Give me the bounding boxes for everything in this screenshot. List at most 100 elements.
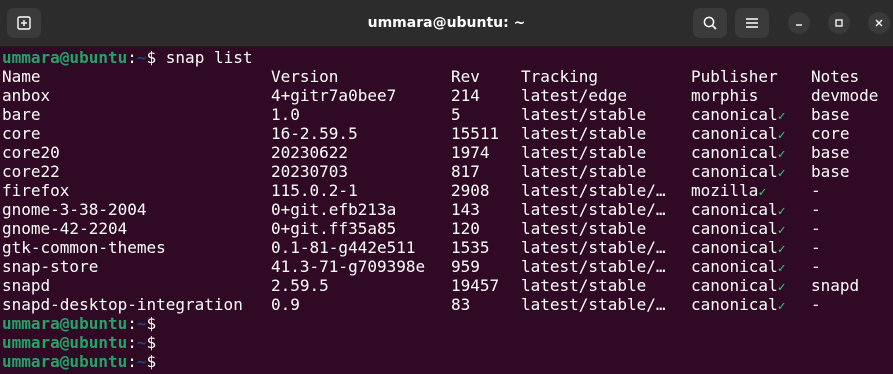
table-row: snap-store 41.3-71-g709398e 959 latest/stab… [2,257,893,276]
cell-version: 115.0.2-1 [271,181,358,200]
table-row: gnome-3-38-2004 0+git.efb213a 143 latest/st… [2,200,893,219]
cell-name: gnome-3-38-2004 [2,200,147,219]
prompt-separator: : [127,333,137,352]
prompt-line: ummara@ubuntu:~$ [2,333,893,352]
close-button[interactable] [868,12,890,34]
minimize-icon [796,24,802,26]
prompt-path: ~ [136,333,147,352]
cell-notes: - [811,257,821,276]
cell-name: core22 [2,162,60,181]
table-row: core 16-2.59.5 15511 latest/stable canonical… [2,124,893,143]
cell-notes: base [811,143,850,162]
cell-notes: base [811,162,850,181]
table-row: gnome-42-2204 0+git.ff35a85 120 latest/stab… [2,219,893,238]
prompt-user-host: ummara@ubuntu [2,314,128,333]
cell-tracking: latest/stable [521,276,647,295]
checkmark-icon: ✓ [758,185,767,200]
cell-notes: - [811,219,821,238]
cell-publisher: canonical✓ [691,276,786,297]
cell-tracking: latest/stable [521,219,647,238]
cell-version: 20230622 [271,143,349,162]
prompt-separator: : [127,314,137,333]
table-row: gtk-common-themes 0.1-81-g442e511 1535 late… [2,238,893,257]
cell-rev: 15511 [451,124,500,143]
publisher-name: canonical [691,238,778,257]
cell-version: 20230703 [271,162,349,181]
terminal-output[interactable]: ummara@ubuntu:~$ snap list Name Version … [2,48,893,374]
prompt-line: ummara@ubuntu:~$ [2,314,893,333]
cell-name: snapd-desktop-integration [2,295,243,314]
header-publisher: Publisher [691,67,778,86]
header-notes: Notes [811,67,860,86]
table-row: core20 20230622 1974 latest/stable canonical… [2,143,893,162]
cell-publisher: canonical✓ [691,143,786,164]
cell-version: 16-2.59.5 [271,124,358,143]
cell-tracking: latest/stable/… [521,200,666,219]
hamburger-menu-icon [746,18,758,28]
publisher-name: canonical [691,200,778,219]
header-rev: Rev [451,67,480,86]
cell-version: 0+git.ff35a85 [271,219,397,238]
cell-name: gtk-common-themes [2,238,166,257]
checkmark-icon: ✓ [777,128,786,143]
cell-notes: snapd [811,276,860,295]
publisher-name: canonical [691,257,778,276]
table-header-row: Name Version Rev Tracking Publisher Note… [2,67,893,86]
cell-rev: 83 [451,295,471,314]
prompt-user-host: ummara@ubuntu [2,333,128,352]
cell-publisher: canonical✓ [691,219,786,240]
cell-name: gnome-42-2204 [2,219,128,238]
cell-rev: 1535 [451,238,490,257]
checkmark-icon: ✓ [777,166,786,181]
prompt-path: ~ [136,352,147,371]
checkmark-icon: ✓ [777,147,786,162]
cell-name: snapd [2,276,51,295]
cell-tracking: latest/stable/… [521,238,666,257]
cell-publisher: canonical✓ [691,200,786,221]
cell-rev: 1974 [451,143,490,162]
cell-version: 0+git.efb213a [271,200,397,219]
cell-version: 0.1-81-g442e511 [271,238,416,257]
publisher-name: morphis [691,86,759,105]
minimize-button[interactable] [788,12,810,34]
cell-name: bare [2,105,41,124]
menu-button[interactable] [735,8,769,38]
publisher-name: mozilla [691,181,759,200]
cell-version: 41.3-71-g709398e [271,257,426,276]
cell-notes: - [811,200,821,219]
cell-notes: - [811,295,821,314]
checkmark-icon: ✓ [777,261,786,276]
cell-publisher: canonical✓ [691,105,786,126]
cell-tracking: latest/stable/… [521,257,666,276]
checkmark-icon: ✓ [777,242,786,257]
prompt-separator: : [127,48,137,67]
cell-name: anbox [2,86,51,105]
maximize-button[interactable] [828,12,850,34]
title-bar: ummara@ubuntu: ~ [0,0,893,47]
publisher-name: canonical [691,124,778,143]
checkmark-icon: ✓ [777,299,786,314]
cell-rev: 2908 [451,181,490,200]
cell-notes: - [811,238,821,257]
cell-name: core20 [2,143,60,162]
header-tracking: Tracking [521,67,599,86]
publisher-name: canonical [691,162,778,181]
publisher-name: canonical [691,295,778,314]
cell-name: firefox [2,181,70,200]
cell-tracking: latest/stable/… [521,295,666,314]
cell-publisher: canonical✓ [691,295,786,316]
cell-name: core [2,124,41,143]
publisher-name: canonical [691,105,778,124]
close-icon [875,19,883,27]
checkmark-icon: ✓ [777,280,786,295]
terminal-window: ummara@ubuntu: ~ ummara@ubuntu:~$ snap l… [0,0,893,374]
publisher-name: canonical [691,143,778,162]
cell-tracking: latest/stable [521,143,647,162]
table-row: bare 1.0 5 latest/stable canonical✓ base [2,105,893,124]
cell-tracking: latest/stable [521,124,647,143]
cell-version: 1.0 [271,105,300,124]
header-name: Name [2,67,41,86]
search-button[interactable] [693,8,727,38]
cell-publisher: mozilla✓ [691,181,766,202]
cell-tracking: latest/stable [521,162,647,181]
